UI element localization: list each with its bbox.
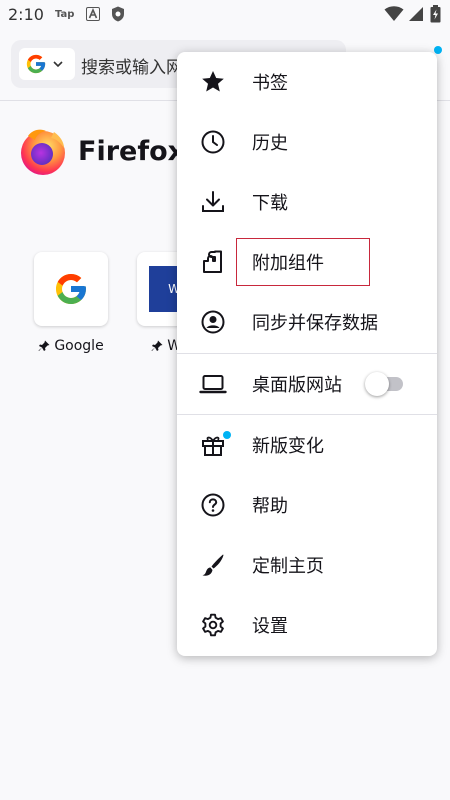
desktop-site-toggle[interactable] — [365, 372, 405, 396]
browser-main-menu: 书签 历史 下载 附加组件 同步并保存数据 桌面版网站 新版变化 帮助 定制主页… — [177, 52, 437, 656]
wifi-icon — [384, 6, 404, 22]
menu-item-label: 新版变化 — [252, 436, 324, 457]
menu-item-label: 历史 — [252, 133, 288, 154]
battery-icon — [430, 5, 441, 23]
menu-item-label: 定制主页 — [252, 556, 324, 577]
menu-item-label: 桌面版网站 — [252, 375, 342, 396]
whats-new-notification-dot — [223, 431, 231, 439]
menu-item-help[interactable]: 帮助 — [177, 475, 437, 535]
laptop-icon — [199, 370, 227, 398]
firefox-logo-icon — [18, 126, 68, 176]
annotation-highlight-box — [236, 238, 370, 286]
search-engine-selector[interactable] — [19, 48, 75, 80]
shield-icon — [111, 6, 125, 22]
menu-item-history[interactable]: 历史 — [177, 112, 437, 172]
shortcut-tile[interactable] — [34, 252, 108, 326]
menu-item-label: 帮助 — [252, 496, 288, 517]
firefox-brand: Firefox — [18, 126, 185, 176]
toggle-thumb — [365, 372, 389, 396]
shortcut-google[interactable]: Google — [21, 252, 121, 354]
menu-item-sync[interactable]: 同步并保存数据 — [177, 292, 437, 352]
menu-item-label: 设置 — [252, 616, 288, 637]
brush-icon — [199, 551, 227, 579]
google-g-icon — [25, 53, 47, 75]
menu-item-settings[interactable]: 设置 — [177, 595, 437, 655]
google-g-icon — [53, 271, 89, 307]
status-time: 2:10 — [8, 5, 44, 24]
gear-icon — [199, 611, 227, 639]
menu-item-whats-new[interactable]: 新版变化 — [177, 415, 437, 475]
menu-item-label: 同步并保存数据 — [252, 313, 378, 334]
chevron-down-icon — [53, 60, 63, 68]
signal-icon — [408, 6, 424, 22]
menu-item-bookmarks[interactable]: 书签 — [177, 52, 437, 112]
shortcut-label: Google — [54, 338, 104, 354]
pin-icon — [38, 340, 50, 352]
puzzle-icon — [199, 248, 227, 276]
android-a-icon — [86, 6, 100, 22]
pin-icon — [151, 340, 163, 352]
help-icon — [199, 491, 227, 519]
status-bar: 2:10 Tap — [0, 0, 450, 30]
account-icon — [199, 308, 227, 336]
menu-item-downloads[interactable]: 下载 — [177, 172, 437, 232]
menu-item-label: 下载 — [252, 193, 288, 214]
download-icon — [199, 188, 227, 216]
menu-item-label: 书签 — [252, 73, 288, 94]
tap-icon: Tap — [55, 8, 75, 20]
clock-icon — [199, 128, 227, 156]
brand-name: Firefox — [78, 135, 186, 167]
menu-item-customize-homepage[interactable]: 定制主页 — [177, 535, 437, 595]
bookmark-star-icon — [199, 68, 227, 96]
